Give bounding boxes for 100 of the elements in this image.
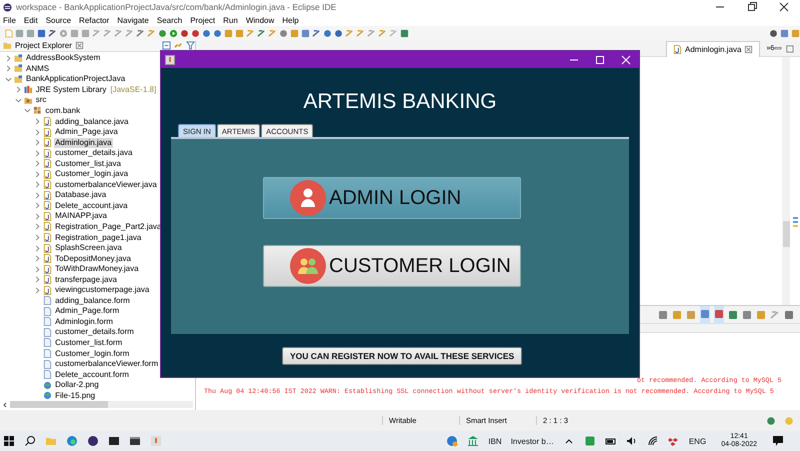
menu-item[interactable]: Search [156, 16, 182, 24]
scroll-left-icon[interactable] [2, 402, 8, 408]
expand-icon[interactable] [5, 65, 12, 72]
tree-item[interactable]: Dollar-2.png [54, 380, 100, 390]
file-icon [673, 44, 682, 54]
expand-icon[interactable] [5, 54, 12, 62]
tree-item[interactable]: Admin_Page.form [54, 306, 120, 316]
app-icon[interactable] [87, 435, 99, 447]
tree-item[interactable]: Registration_page1.java [54, 232, 142, 243]
tree-item[interactable]: Delete_account.java [54, 200, 129, 211]
tree-item[interactable]: ToDepositMoney.java [54, 254, 132, 264]
collapse-icon[interactable] [14, 96, 22, 104]
tree-item[interactable]: Admin_Page.java [54, 127, 119, 138]
tree-item[interactable]: ANMS [25, 64, 50, 74]
login-button[interactable]: ADMIN LOGIN [263, 177, 521, 219]
expand-icon[interactable] [34, 150, 42, 157]
java-icon [165, 54, 175, 64]
volume-icon[interactable] [626, 435, 638, 447]
tree-item[interactable]: transferpage.java [54, 274, 118, 285]
window-title: workspace - BankApplicationProjectJava/src/com/bank/Adminlogin.java - Eclipse IDE [16, 2, 338, 12]
java-app-icon[interactable] [150, 435, 162, 447]
menu-item[interactable]: Project [190, 16, 216, 24]
expand-icon[interactable] [34, 118, 42, 125]
expand-icon[interactable] [34, 212, 42, 220]
language-indicator[interactable]: ENG [688, 436, 706, 446]
expand-icon[interactable] [34, 202, 42, 210]
menu-item[interactable]: Run [223, 16, 238, 24]
console-icon[interactable] [129, 435, 141, 447]
tree-item[interactable]: BankApplicationProjectJava [25, 74, 126, 84]
cloud-icon[interactable] [668, 435, 680, 447]
expand-icon[interactable] [34, 286, 42, 294]
tree-item[interactable]: viewingcustomerpage.java [54, 285, 150, 296]
menu-item[interactable]: Navigate [117, 16, 149, 24]
editor-tab[interactable]: Adminlogin.java [666, 40, 760, 56]
tree-item[interactable]: MAINAPP.java [54, 211, 108, 222]
menu-item[interactable]: Source [46, 16, 72, 24]
tree-item[interactable]: Registration_Page_Part2.java [54, 222, 162, 232]
expand-icon[interactable] [34, 255, 42, 262]
tree-item[interactable]: AddressBookSystem [25, 53, 102, 64]
expand-icon[interactable] [14, 86, 22, 94]
tree-item[interactable]: Customer_login.java [54, 169, 130, 180]
image-file-icon [43, 391, 52, 400]
tree-item-decoration: [JavaSE-1.8] [110, 85, 156, 94]
tree-item[interactable]: src [34, 95, 48, 106]
tree-item[interactable]: com.bank [44, 106, 82, 116]
collapse-icon[interactable] [5, 76, 12, 83]
tree-item[interactable]: File-15.png [54, 390, 96, 401]
wifi-icon[interactable] [646, 435, 659, 447]
menu-item[interactable]: Window [246, 16, 274, 24]
tree-item[interactable]: adding_balance.java [54, 116, 130, 126]
tree-item[interactable]: Customer_list.form [54, 338, 124, 348]
expand-icon[interactable] [34, 139, 42, 146]
tree-item[interactable]: Delete_account.form [54, 370, 130, 380]
expand-icon[interactable] [34, 170, 42, 178]
tree-item[interactable]: Adminlogin.java [54, 138, 113, 148]
menu-item[interactable]: Refactor [79, 16, 110, 24]
tree-item[interactable]: customer_details.form [54, 327, 135, 338]
expand-icon[interactable] [34, 192, 42, 199]
scrollbar-thumb[interactable] [10, 401, 108, 408]
expand-icon[interactable] [34, 244, 42, 252]
tree-item[interactable]: SplashScreen.java [54, 243, 123, 254]
run-icon[interactable] [169, 29, 178, 38]
tree-item[interactable]: Customer_list.java [54, 158, 122, 169]
file-icon [43, 190, 52, 200]
tray-text[interactable]: Investor b… [510, 436, 554, 446]
file-icon [43, 254, 52, 264]
expand-icon[interactable] [34, 128, 42, 136]
tree-item[interactable]: JRE System Library [34, 84, 108, 95]
filter-icon[interactable] [186, 41, 195, 50]
expand-icon[interactable] [34, 234, 42, 242]
expand-icon[interactable] [34, 276, 42, 284]
scrollbar-thumb[interactable] [782, 221, 790, 247]
tree-item[interactable]: customer_details.java [54, 148, 134, 158]
tree-item[interactable]: Adminlogin.form [54, 316, 114, 327]
help-icon[interactable] [446, 435, 458, 447]
expand-icon[interactable] [34, 160, 42, 168]
register-button[interactable]: YOU CAN REGISTER NOW TO AVAIL THESE SERVICES [282, 346, 522, 364]
windows-icon[interactable] [3, 435, 15, 447]
tree-item[interactable]: Database.java [54, 190, 108, 200]
tree-item[interactable]: ToWithDrawMoney.java [54, 264, 140, 274]
collapse-all-icon[interactable] [162, 41, 171, 50]
menu-item[interactable]: File [3, 16, 16, 24]
expand-icon[interactable] [34, 181, 42, 188]
menu-item[interactable]: Edit [24, 16, 38, 24]
tree-item[interactable]: adding_balance.form [54, 296, 131, 306]
users-icon [290, 248, 326, 284]
expand-icon[interactable] [34, 223, 42, 230]
tree-item[interactable]: customerbalanceViewer.java [54, 180, 158, 190]
notification-icon[interactable] [772, 435, 784, 447]
collapse-icon[interactable] [24, 107, 32, 114]
tree-item[interactable]: Customer_login.form [54, 348, 130, 359]
link-icon[interactable] [174, 41, 183, 50]
menu-item[interactable]: Help [282, 16, 299, 24]
user-icon [290, 180, 326, 216]
tree-item[interactable]: customerbalanceViewer.form [54, 359, 160, 370]
bank-icon[interactable] [467, 435, 480, 447]
tray-text[interactable]: IBN [488, 436, 502, 446]
browser-icon[interactable] [66, 435, 78, 447]
expand-icon[interactable] [34, 266, 42, 273]
login-button[interactable]: CUSTOMER LOGIN [263, 245, 521, 287]
